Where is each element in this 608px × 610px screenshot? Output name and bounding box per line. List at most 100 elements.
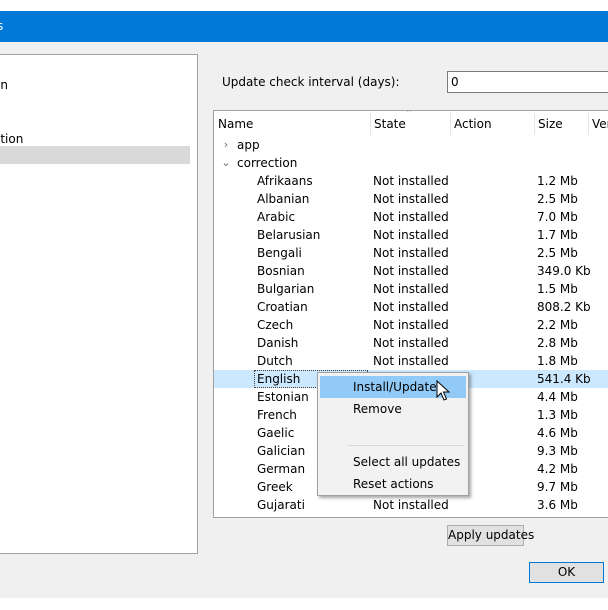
row-state: Not installed	[373, 246, 449, 260]
table-row[interactable]: Arabic Not installed 7.0 Mb	[214, 208, 608, 226]
column-header-label: State	[374, 117, 406, 131]
row-name: English	[257, 372, 301, 386]
row-name: Estonian	[257, 390, 309, 404]
nav-item-label: ation	[0, 132, 24, 146]
table-row[interactable]: Bosnian Not installed 349.0 Kb	[214, 262, 608, 280]
row-size: 2.5 Mb	[537, 246, 578, 260]
row-state: Not installed	[373, 282, 449, 296]
menu-item-label: Reset actions	[353, 477, 434, 491]
menu-item-label: Install/Update	[353, 380, 437, 394]
row-name: Gaelic	[257, 426, 295, 440]
row-size: 1.5 Mb	[537, 282, 578, 296]
apply-updates-button[interactable]: Apply updates	[447, 525, 534, 546]
row-name: Croatian	[257, 300, 308, 314]
row-state: Not installed	[373, 174, 449, 188]
menu-item-label: Select all updates	[353, 455, 461, 469]
row-name: Afrikaans	[257, 174, 313, 188]
group-row-correction[interactable]: ⌄ correction	[214, 154, 608, 172]
column-header-label: Name	[218, 117, 254, 131]
chevron-right-icon[interactable]: ›	[220, 136, 232, 154]
column-header-label: Action	[454, 117, 492, 131]
interval-label: Update check interval (days):	[222, 75, 400, 89]
row-state: Not installed	[373, 318, 449, 332]
row-size: 2.2 Mb	[537, 318, 578, 332]
row-size: 2.5 Mb	[537, 192, 578, 206]
mouse-pointer-icon	[436, 380, 450, 401]
menu-item-blank[interactable]	[320, 420, 466, 442]
row-state: Not installed	[373, 300, 449, 314]
group-name: app	[237, 138, 260, 152]
interval-input[interactable]: 0	[447, 71, 608, 93]
nav-item-selected[interactable]	[0, 146, 190, 164]
nav-item-2[interactable]: n	[0, 94, 190, 112]
row-name: Dutch	[257, 354, 293, 368]
menu-separator	[348, 445, 464, 446]
table-row[interactable]: Czech Not installed 2.2 Mb	[214, 316, 608, 334]
row-name: Galician	[257, 444, 306, 458]
table-row[interactable]: Bulgarian Not installed 1.5 Mb	[214, 280, 608, 298]
row-name: Bulgarian	[257, 282, 315, 296]
row-name: Bosnian	[257, 264, 305, 278]
row-name: French	[257, 408, 297, 422]
title-bar[interactable]: s	[0, 11, 608, 42]
row-state: Not installed	[373, 228, 449, 242]
table-row[interactable]: Croatian Not installed 808.2 Kb	[214, 298, 608, 316]
row-state: Not installed	[373, 264, 449, 278]
table-row[interactable]: Dutch Not installed 1.8 Mb	[214, 352, 608, 370]
menu-item-reset-actions[interactable]: Reset actions	[320, 473, 466, 495]
row-size: 1.8 Mb	[537, 354, 578, 368]
table-row[interactable]: Gujarati Not installed 3.6 Mb	[214, 496, 608, 514]
row-name: Danish	[257, 336, 299, 350]
table-row[interactable]: Belarusian Not installed 1.7 Mb	[214, 226, 608, 244]
row-size: 4.4 Mb	[537, 390, 578, 404]
row-size: 4.6 Mb	[537, 426, 578, 440]
interval-value: 0	[451, 75, 459, 89]
table-row[interactable]: Albanian Not installed 2.5 Mb	[214, 190, 608, 208]
row-size: 7.0 Mb	[537, 210, 578, 224]
table-row[interactable]: Bengali Not installed 2.5 Mb	[214, 244, 608, 262]
row-name: German	[257, 462, 306, 476]
row-name: Gujarati	[257, 498, 305, 512]
column-header-label: Ver	[592, 117, 608, 131]
column-header-action[interactable]: Action	[450, 111, 534, 137]
menu-item-select-all-updates[interactable]: Select all updates	[320, 451, 466, 473]
nav-item-label: n	[0, 96, 1, 110]
column-header-version[interactable]: Ver	[588, 111, 608, 137]
group-row-app[interactable]: › app	[214, 136, 608, 154]
row-state: Not installed	[373, 336, 449, 350]
row-state: Not installed	[373, 210, 449, 224]
nav-item-label: on	[0, 78, 8, 92]
settings-nav-tree: on n n ation	[0, 54, 198, 554]
row-size: 349.0 Kb	[537, 264, 591, 278]
nav-item-3[interactable]: n	[0, 112, 190, 130]
row-size: 808.2 Kb	[537, 300, 591, 314]
group-name: correction	[237, 156, 298, 170]
row-size: 1.3 Mb	[537, 408, 578, 422]
row-state: Not installed	[373, 498, 449, 512]
menu-item-label: Remove	[353, 402, 402, 416]
row-size: 1.2 Mb	[537, 174, 578, 188]
row-name: Czech	[257, 318, 294, 332]
ok-button[interactable]: OK	[529, 562, 604, 583]
chevron-down-icon[interactable]: ⌄	[220, 154, 232, 172]
window-title: s	[0, 19, 4, 33]
table-row[interactable]: Danish Not installed 2.8 Mb	[214, 334, 608, 352]
row-size: 541.4 Kb	[537, 372, 591, 386]
column-header-label: Size	[538, 117, 563, 131]
row-state: Not installed	[373, 354, 449, 368]
row-size: 9.3 Mb	[537, 444, 578, 458]
table-row[interactable]: Afrikaans Not installed 1.2 Mb	[214, 172, 608, 190]
nav-item-label: n	[0, 114, 1, 128]
row-name: Belarusian	[257, 228, 321, 242]
column-header-name[interactable]: Name	[214, 111, 370, 137]
row-size: 1.7 Mb	[537, 228, 578, 242]
sort-ascending-icon: ⌃	[405, 110, 413, 119]
row-state: Not installed	[373, 192, 449, 206]
row-size: 3.6 Mb	[537, 498, 578, 512]
column-header-size[interactable]: Size	[534, 111, 588, 137]
row-name: Greek	[257, 480, 293, 494]
nav-item-1[interactable]: on	[0, 76, 190, 94]
row-name: Arabic	[257, 210, 296, 224]
window-bottom-edge	[0, 598, 608, 610]
row-name: Albanian	[257, 192, 310, 206]
